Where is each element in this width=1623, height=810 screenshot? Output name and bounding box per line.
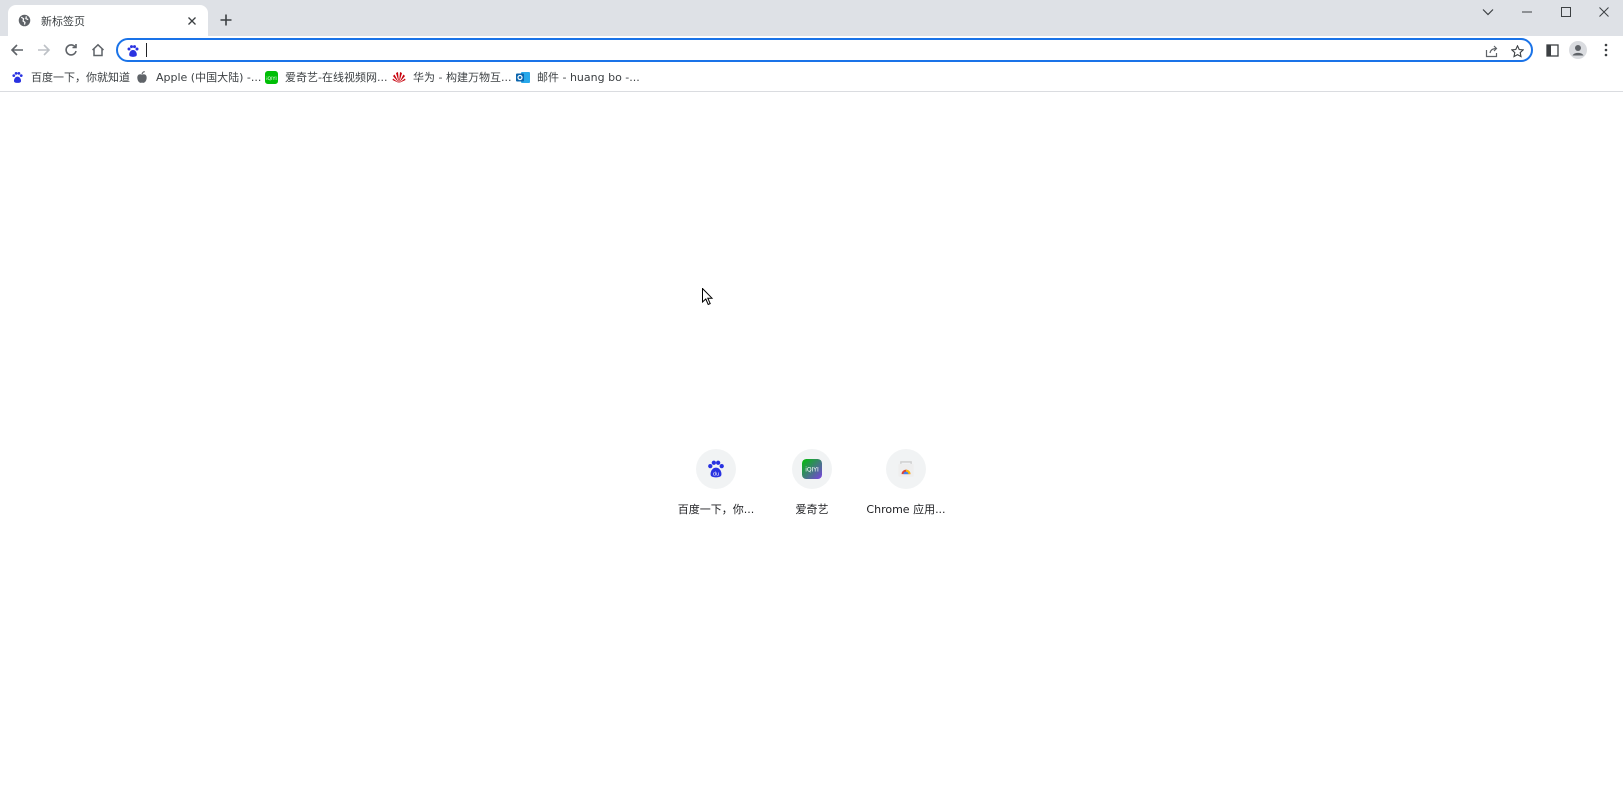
iqiyi-icon: iQIYI [264,70,278,84]
home-icon [91,43,105,57]
side-panel-button[interactable] [1542,40,1562,60]
text-caret [146,43,147,57]
mouse-cursor-icon [702,288,714,306]
window-close-button[interactable] [1586,0,1622,24]
shortcut-label: 百度一下，你... [677,503,755,516]
bookmark-huawei[interactable]: 华为 - 构建万物互... [392,69,511,85]
tab-title: 新标签页 [41,14,85,28]
baidu-paw-icon [10,70,24,84]
svg-text:iQIYI: iQIYI [805,467,819,474]
bookmarks-bar: 百度一下，你就知道 Apple (中国大陆) -... iQIYI 爱奇艺-在线… [0,64,1623,92]
outlook-icon [516,70,530,84]
shortcut-label: 爱奇艺 [795,503,829,516]
close-icon [1599,7,1609,17]
baidu-paw-icon: du [708,460,724,478]
maximize-button[interactable] [1548,0,1584,24]
forward-button[interactable] [34,40,54,60]
toolbar [0,36,1623,64]
share-icon[interactable] [1482,42,1500,60]
bookmark-label: 邮件 - huang bo -... [537,71,640,84]
apple-icon [135,70,149,84]
baidu-paw-icon[interactable] [126,43,140,57]
tab-new-tab[interactable]: 新标签页 [8,5,208,36]
star-icon[interactable] [1508,42,1526,60]
bookmark-label: Apple (中国大陆) -... [156,71,262,84]
tab-search-button[interactable] [1470,0,1506,24]
back-button[interactable] [7,40,27,60]
home-button[interactable] [88,40,108,60]
bookmark-baidu[interactable]: 百度一下，你就知道 [10,69,130,85]
shortcut-iqiyi[interactable]: iQIYI 爱奇艺 [764,449,860,521]
bookmark-label: 华为 - 构建万物互... [413,71,512,84]
profile-avatar-icon [1569,41,1587,59]
minimize-button[interactable] [1509,0,1545,24]
forward-arrow-icon [38,44,51,56]
more-menu-button[interactable] [1596,40,1616,60]
maximize-icon [1561,7,1571,17]
huawei-icon [392,70,406,84]
minimize-icon [1522,11,1532,13]
shortcut-icon-circle: du [696,449,736,489]
globe-icon [18,14,32,28]
plus-icon [220,14,232,26]
shortcut-icon-circle [886,449,926,489]
chevron-down-icon [1482,9,1494,16]
new-tab-button[interactable] [216,10,236,30]
shortcut-icon-circle: iQIYI [792,449,832,489]
close-icon[interactable] [184,13,200,29]
bookmark-apple[interactable]: Apple (中国大陆) -... [135,69,261,85]
svg-text:iQIYI: iQIYI [266,75,276,81]
profile-button[interactable] [1568,40,1588,60]
shortcut-label: Chrome 应用... [866,503,946,516]
shortcut-chrome-webstore[interactable]: Chrome 应用... [858,449,954,521]
reload-button[interactable] [61,40,81,60]
shortcut-baidu[interactable]: du 百度一下，你... [668,449,764,521]
bookmark-label: 百度一下，你就知道 [31,71,130,84]
bookmark-outlook[interactable]: 邮件 - huang bo -... [516,69,640,85]
reload-icon [65,44,77,56]
tab-strip: 新标签页 [0,0,1623,36]
iqiyi-icon: iQIYI [802,459,822,479]
omnibox-input[interactable] [145,41,1475,59]
side-panel-icon [1545,43,1559,57]
more-menu-icon [1604,43,1608,57]
chrome-webstore-icon [898,461,914,477]
svg-text:du: du [713,472,719,478]
bookmark-iqiyi[interactable]: iQIYI 爱奇艺-在线视频网... [264,69,387,85]
address-bar[interactable] [116,38,1533,62]
bookmark-label: 爱奇艺-在线视频网... [285,71,388,84]
back-arrow-icon [10,44,23,56]
